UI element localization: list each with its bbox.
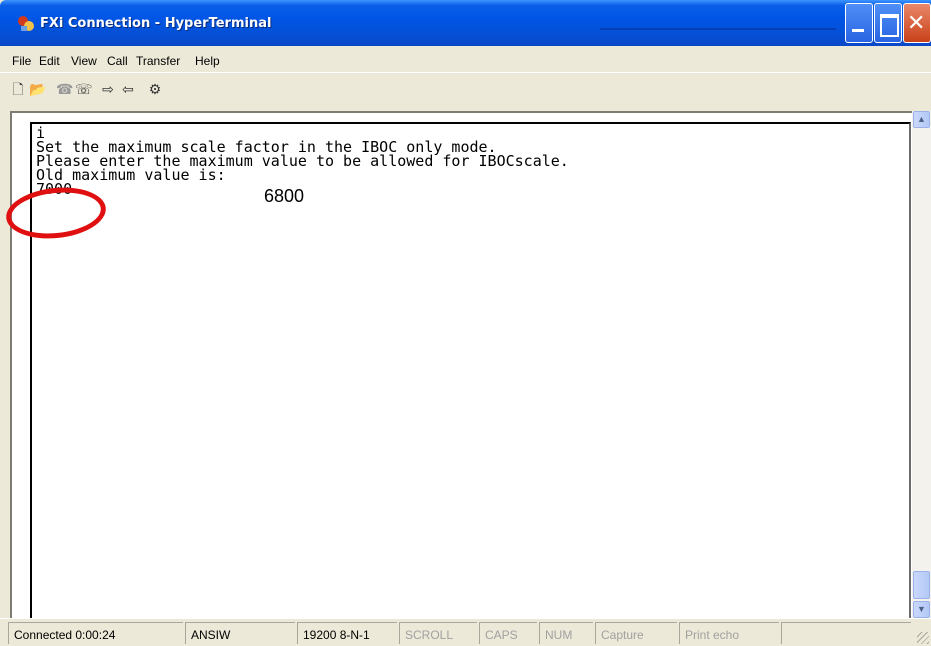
toolbar: 🗋 📂 ☎ ☏ ⇨ ⇦ ⚙ [0, 72, 931, 104]
status-caps: CAPS [479, 622, 537, 644]
status-empty-pane [781, 622, 911, 644]
receive-icon[interactable]: ⇦ [120, 81, 136, 97]
maximize-button[interactable] [874, 3, 902, 43]
open-icon[interactable]: 📂 [29, 81, 46, 97]
terminal-screen[interactable]: i Set the maximum scale factor in the IB… [30, 122, 911, 620]
hyperterminal-app-icon [18, 16, 34, 31]
close-button[interactable]: ✕ [903, 3, 931, 43]
close-icon: ✕ [907, 11, 926, 36]
status-scroll: SCROLL [399, 622, 477, 644]
scrollbar-thumb[interactable] [913, 571, 930, 599]
status-print-echo: Print echo [679, 622, 779, 644]
old-maximum-value-annotation: 6800 [264, 186, 305, 206]
scroll-down-button[interactable]: ▼ [913, 601, 930, 618]
disconnect-icon[interactable]: ☏ [75, 81, 93, 97]
terminal-area[interactable]: i Set the maximum scale factor in the IB… [10, 111, 931, 620]
chevron-up-icon: ▲ [917, 114, 926, 124]
hyperterminal-window: FXi Connection - HyperTerminal ✕ File Ed… [0, 0, 931, 646]
resize-grip[interactable] [917, 632, 929, 644]
properties-icon[interactable]: ⚙ [147, 81, 163, 97]
menu-view[interactable]: View [71, 54, 97, 68]
status-emulation: ANSIW [185, 622, 295, 644]
title-bar-line [600, 28, 836, 30]
menu-file[interactable]: File [12, 54, 31, 68]
status-settings: 19200 8-N-1 [297, 622, 397, 644]
chevron-down-icon: ▼ [917, 604, 926, 614]
title-bar[interactable]: FXi Connection - HyperTerminal ✕ [0, 0, 931, 46]
status-connection: Connected 0:00:24 [8, 622, 183, 644]
connect-icon[interactable]: ☎ [56, 81, 73, 97]
menu-bar: File Edit View Call Transfer Help [0, 46, 931, 72]
status-capture: Capture [595, 622, 677, 644]
status-num: NUM [539, 622, 593, 644]
vertical-scrollbar[interactable]: ▲ ▼ [912, 111, 931, 618]
menu-edit[interactable]: Edit [39, 54, 60, 68]
menu-call[interactable]: Call [107, 54, 128, 68]
menu-help[interactable]: Help [195, 54, 220, 68]
send-icon[interactable]: ⇨ [100, 81, 116, 97]
status-bar: Connected 0:00:24 ANSIW 19200 8-N-1 SCRO… [0, 618, 931, 646]
scroll-up-button[interactable]: ▲ [913, 111, 930, 128]
new-icon[interactable]: 🗋 [10, 81, 26, 97]
window-title: FXi Connection - HyperTerminal [40, 16, 272, 31]
menu-transfer[interactable]: Transfer [136, 54, 180, 68]
minimize-button[interactable] [845, 3, 873, 43]
